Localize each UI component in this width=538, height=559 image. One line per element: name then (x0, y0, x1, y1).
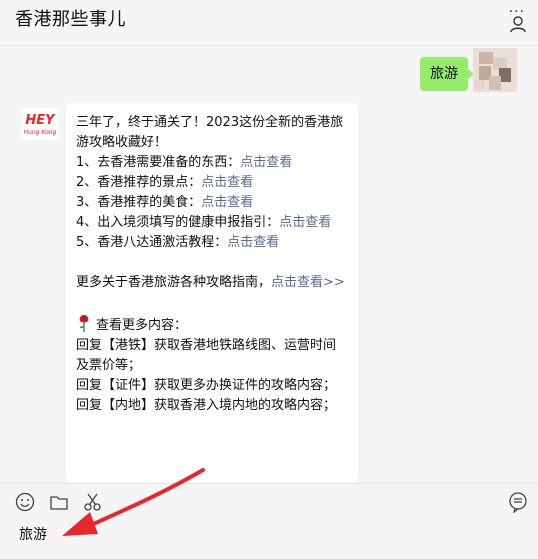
person-icon[interactable] (508, 14, 528, 34)
scissors-icon[interactable] (82, 491, 104, 513)
view-link[interactable]: 点击查看 (240, 155, 292, 170)
input-area[interactable]: 旅游 (0, 483, 538, 559)
reply-hint: 回复【内地】获取香港入境内地的攻略内容； (76, 398, 337, 413)
list-item: 4、出入境须填写的健康申报指引：点击查看 (76, 215, 332, 230)
emoji-icon[interactable] (14, 491, 36, 513)
chat-bubble-icon[interactable] (507, 491, 529, 513)
rose-icon (79, 315, 89, 332)
folder-icon[interactable] (48, 491, 70, 513)
chat-header: 香港那些事儿 ... (0, 0, 538, 46)
more-content-heading: 查看更多内容： (76, 313, 348, 336)
user-avatar[interactable] (473, 48, 517, 92)
outgoing-message-text: 旅游 (430, 66, 458, 82)
view-link[interactable]: 点击查看 (227, 235, 279, 250)
reply-hint: 回复【港铁】获取香港地铁路线图、运营时间及票价等； (76, 338, 337, 373)
view-link[interactable]: 点击查看 (201, 195, 253, 210)
list-item: 2、香港推荐的景点：点击查看 (76, 175, 254, 190)
list-item: 5、香港八达通激活教程：点击查看 (76, 235, 280, 250)
incoming-message-bubble[interactable]: 三年了，终于通关了！2023这份全新的香港旅游攻略收藏好！ 1、去香港需要准备的… (66, 103, 358, 483)
list-item: 3、香港推荐的美食：点击查看 (76, 195, 254, 210)
view-link[interactable]: 点击查看 (201, 175, 253, 190)
message-input[interactable]: 旅游 (19, 524, 47, 544)
account-logo-avatar[interactable]: HEY Hong Kong (21, 108, 59, 140)
reply-hint: 回复【证件】获取更多办换证件的攻略内容； (76, 378, 337, 393)
message-intro: 三年了，终于通关了！2023这份全新的香港旅游攻略收藏好！ (76, 115, 344, 150)
chat-title: 香港那些事儿 (15, 9, 126, 30)
more-guides-line: 更多关于香港旅游各种攻略指南，点击查看>> (76, 275, 345, 290)
svg-text:Hong Kong: Hong Kong (24, 129, 57, 136)
list-item: 1、去香港需要准备的东西：点击查看 (76, 155, 293, 170)
more-guides-link[interactable]: 点击查看>> (271, 275, 345, 290)
view-link[interactable]: 点击查看 (279, 215, 331, 230)
outgoing-message-bubble[interactable]: 旅游 (420, 57, 474, 91)
svg-text:HEY: HEY (25, 113, 56, 128)
